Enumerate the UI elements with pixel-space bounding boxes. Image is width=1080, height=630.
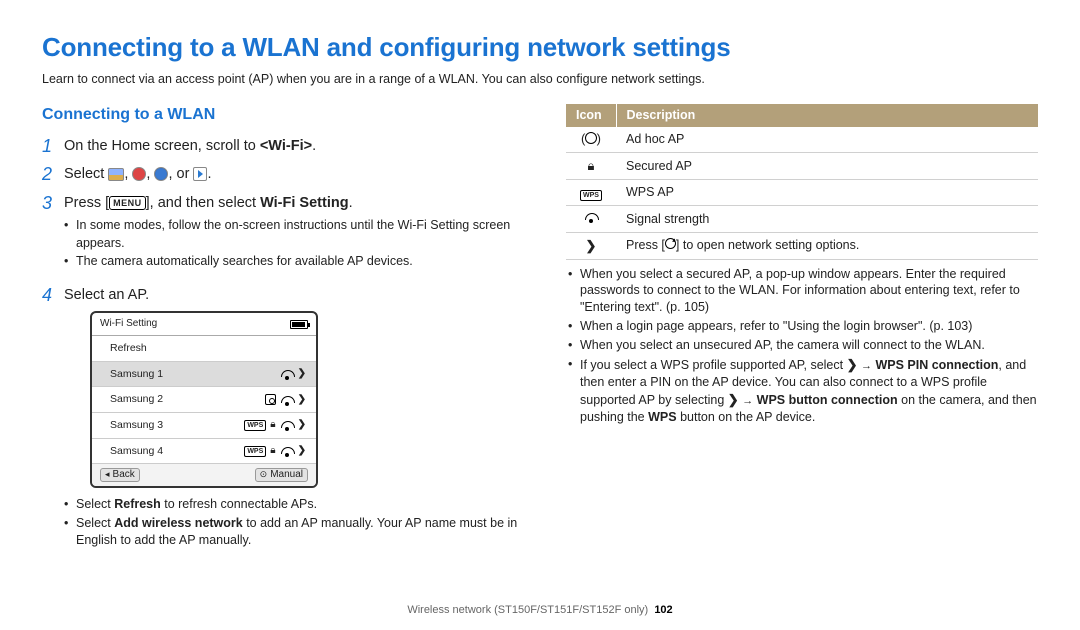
step-2-number: 2 bbox=[42, 164, 64, 185]
mock-back-label: Back bbox=[113, 468, 135, 482]
lock-icon: 🔒︎ bbox=[270, 418, 275, 432]
adhoc-icon bbox=[265, 394, 276, 405]
table-header-description: Description bbox=[616, 104, 1038, 127]
wifi-signal-icon bbox=[280, 394, 294, 406]
step-3-sub-2: The camera automatically searches for av… bbox=[64, 253, 530, 271]
table-row-options: Press [ ] to open network setting options… bbox=[616, 233, 1038, 260]
mock-s2-label: Samsung 2 bbox=[110, 392, 163, 407]
b4-b1: WPS PIN connection bbox=[875, 358, 998, 372]
mock-row-samsung4: Samsung 4 WPS 🔒︎ ❯ bbox=[92, 439, 316, 465]
chevron-right-icon: ❯ bbox=[298, 393, 306, 407]
step-1-text: On the Home screen, scroll to <Wi-Fi>. bbox=[64, 136, 530, 157]
b4-b3: WPS bbox=[648, 410, 676, 424]
step-3-bold: Wi-Fi Setting bbox=[260, 195, 348, 211]
wps-icon: WPS bbox=[244, 446, 266, 457]
right-bullet-2: When a login page appears, refer to "Usi… bbox=[566, 318, 1038, 335]
step-3-pre: Press [ bbox=[64, 195, 109, 211]
table-row-secured: Secured AP bbox=[616, 153, 1038, 180]
s4s1-post: to refresh connectable APs. bbox=[161, 497, 317, 511]
mock-row-samsung1: Samsung 1 ❯ bbox=[92, 362, 316, 388]
wifi-setting-mock-screen: Wi-Fi Setting Refresh Samsung 1 ❯ Samsun… bbox=[90, 311, 318, 488]
page-title: Connecting to a WLAN and configuring net… bbox=[42, 30, 1038, 65]
page-intro: Learn to connect via an access point (AP… bbox=[42, 71, 1038, 88]
b4-post: button on the AP device. bbox=[677, 410, 816, 424]
chevron-right-icon: ❯ bbox=[728, 392, 739, 407]
s4s1-bold: Refresh bbox=[114, 497, 161, 511]
step-3-sub-1: In some modes, follow the on-screen inst… bbox=[64, 217, 530, 252]
table-header-icon: Icon bbox=[566, 104, 616, 127]
r5-post: ] to open network setting options. bbox=[676, 238, 859, 252]
step-4-sub-1: Select Refresh to refresh connectable AP… bbox=[64, 496, 530, 514]
arrow-right-icon bbox=[742, 393, 753, 407]
step-2-text: Select , , , or . bbox=[64, 164, 530, 185]
s4s2-bold: Add wireless network bbox=[114, 516, 243, 530]
mock-row-refresh: Refresh bbox=[92, 336, 316, 362]
battery-icon bbox=[290, 320, 308, 329]
mock-manual-button: Manual bbox=[255, 468, 308, 482]
arrow-right-icon bbox=[861, 358, 872, 372]
dot-icon bbox=[260, 468, 268, 482]
step-1-bold: <Wi-Fi> bbox=[260, 138, 312, 154]
mock-back-button: Back bbox=[100, 468, 140, 482]
step-4-number: 4 bbox=[42, 285, 64, 556]
mock-title: Wi-Fi Setting bbox=[100, 317, 157, 331]
page-number: 102 bbox=[654, 604, 672, 616]
wps-icon: WPS bbox=[244, 420, 266, 431]
step-4-label: Select an AP. bbox=[64, 287, 149, 303]
record-icon bbox=[132, 167, 146, 181]
adhoc-ap-icon bbox=[585, 132, 597, 144]
lock-icon: 🔒︎ bbox=[588, 158, 595, 173]
mock-s1-label: Samsung 1 bbox=[110, 367, 163, 382]
back-arrow-icon bbox=[105, 468, 110, 482]
wifi-signal-icon bbox=[280, 445, 294, 457]
table-row-wps: WPS AP bbox=[616, 179, 1038, 206]
s4s1-pre: Select bbox=[76, 497, 114, 511]
page-footer: Wireless network (ST150F/ST151F/ST152F o… bbox=[42, 603, 1038, 618]
step-3-number: 3 bbox=[42, 193, 64, 277]
right-bullet-1: When you select a secured AP, a pop-up w… bbox=[566, 266, 1038, 317]
r5-pre: Press [ bbox=[626, 238, 665, 252]
step-4-text: Select an AP. Wi-Fi Setting Refresh Sams… bbox=[64, 285, 530, 556]
chevron-right-icon: ❯ bbox=[586, 238, 597, 253]
step-3-post: . bbox=[349, 195, 353, 211]
mock-manual-label: Manual bbox=[270, 468, 303, 482]
step-2-post: . bbox=[207, 166, 211, 182]
step-4-sub-2: Select Add wireless network to add an AP… bbox=[64, 515, 530, 550]
chevron-right-icon: ❯ bbox=[298, 418, 306, 432]
mock-s3-label: Samsung 3 bbox=[110, 418, 163, 433]
table-row-adhoc: Ad hoc AP bbox=[616, 127, 1038, 153]
gallery-icon bbox=[108, 168, 124, 181]
s4s2-pre: Select bbox=[76, 516, 114, 530]
table-row-signal: Signal strength bbox=[616, 206, 1038, 233]
step-1-number: 1 bbox=[42, 136, 64, 157]
chevron-right-icon: ❯ bbox=[298, 444, 306, 458]
mock-refresh-label: Refresh bbox=[110, 341, 147, 356]
step-3-mid: ], and then select bbox=[146, 195, 260, 211]
wifi-signal-icon bbox=[280, 419, 294, 431]
step-1-post: . bbox=[312, 138, 316, 154]
wifi-signal-icon bbox=[280, 368, 294, 380]
step-2-pre: Select bbox=[64, 166, 108, 182]
step-3-text: Press [MENU], and then select Wi-Fi Sett… bbox=[64, 193, 530, 277]
wps-icon: WPS bbox=[580, 190, 602, 201]
wifi-signal-icon bbox=[584, 211, 598, 223]
lock-icon: 🔒︎ bbox=[270, 444, 275, 458]
right-bullet-3: When you select an unsecured AP, the cam… bbox=[566, 337, 1038, 354]
footer-text: Wireless network (ST150F/ST151F/ST152F o… bbox=[407, 604, 648, 616]
right-bullet-4: If you select a WPS profile supported AP… bbox=[566, 356, 1038, 426]
step-1-pre: On the Home screen, scroll to bbox=[64, 138, 260, 154]
section-heading: Connecting to a WLAN bbox=[42, 104, 530, 126]
chevron-right-icon: ❯ bbox=[298, 367, 306, 381]
b4-pre: If you select a WPS profile supported AP… bbox=[580, 358, 847, 372]
mock-row-samsung2: Samsung 2 ❯ bbox=[92, 387, 316, 413]
chevron-right-icon: ❯ bbox=[847, 357, 858, 372]
b4-b2: WPS button connection bbox=[757, 393, 898, 407]
icon-description-table: Icon Description Ad hoc AP 🔒︎ Secured AP… bbox=[566, 104, 1038, 260]
globe-icon bbox=[154, 167, 168, 181]
menu-icon: MENU bbox=[109, 196, 146, 210]
refresh-icon bbox=[665, 238, 676, 249]
play-icon bbox=[193, 167, 207, 181]
mock-row-samsung3: Samsung 3 WPS 🔒︎ ❯ bbox=[92, 413, 316, 439]
mock-s4-label: Samsung 4 bbox=[110, 444, 163, 459]
